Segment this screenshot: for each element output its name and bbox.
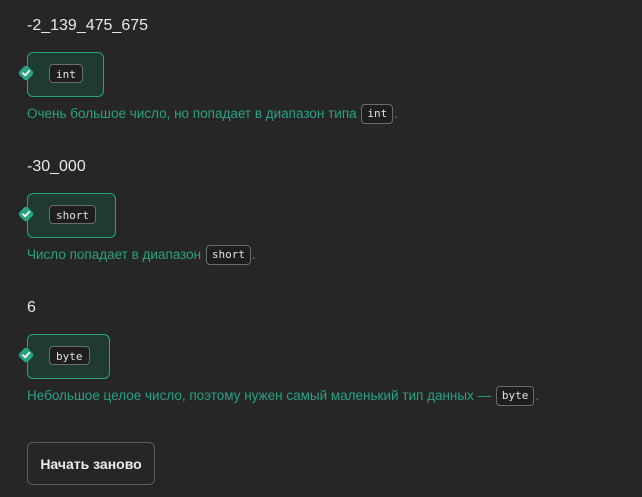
selected-answer-option[interactable]: int [27, 52, 104, 97]
explanation: Очень большое число, но попадает в диапа… [27, 103, 627, 125]
question-value: -2_139_475_675 [27, 17, 149, 34]
explanation-punct: . [252, 247, 256, 262]
question-value: -30_000 [27, 158, 86, 175]
explanation-punct: . [394, 106, 399, 121]
explanation-text: Очень большое число, но попадает в диапа… [27, 106, 357, 121]
explanation-text: Число попадает в диапазон [27, 247, 202, 262]
explanation-text: Небольшое целое число, поэтому нужен сам… [27, 388, 492, 403]
answer-chip: short [49, 205, 97, 224]
restart-button[interactable]: Начать заново [27, 442, 155, 485]
explanation-punct: . [535, 388, 540, 403]
explanation: Число попадает в диапазон short. [27, 244, 627, 266]
question-1: -2_139_475_675 int Очень большое число, … [17, 16, 627, 125]
explanation-code: byte [495, 386, 535, 407]
explanation-code: short [205, 245, 251, 266]
selected-answer-option[interactable]: short [27, 193, 116, 238]
answer-chip: byte [49, 346, 90, 365]
answer-container: int [17, 52, 627, 97]
explanation-code: int [361, 104, 394, 125]
quiz-results: -2_139_475_675 int Очень большое число, … [0, 0, 642, 497]
selected-answer-option[interactable]: byte [27, 334, 110, 379]
explanation: Небольшое целое число, поэтому нужен сам… [27, 385, 627, 407]
answer-chip: int [49, 64, 83, 83]
question-3: 6 byte Небольшое целое число, поэтому ну… [17, 298, 627, 407]
answer-container: byte [17, 334, 627, 379]
question-2: -30_000 short Число попадает в диапазон … [17, 157, 627, 266]
question-value: 6 [27, 299, 36, 316]
answer-container: short [17, 193, 627, 238]
